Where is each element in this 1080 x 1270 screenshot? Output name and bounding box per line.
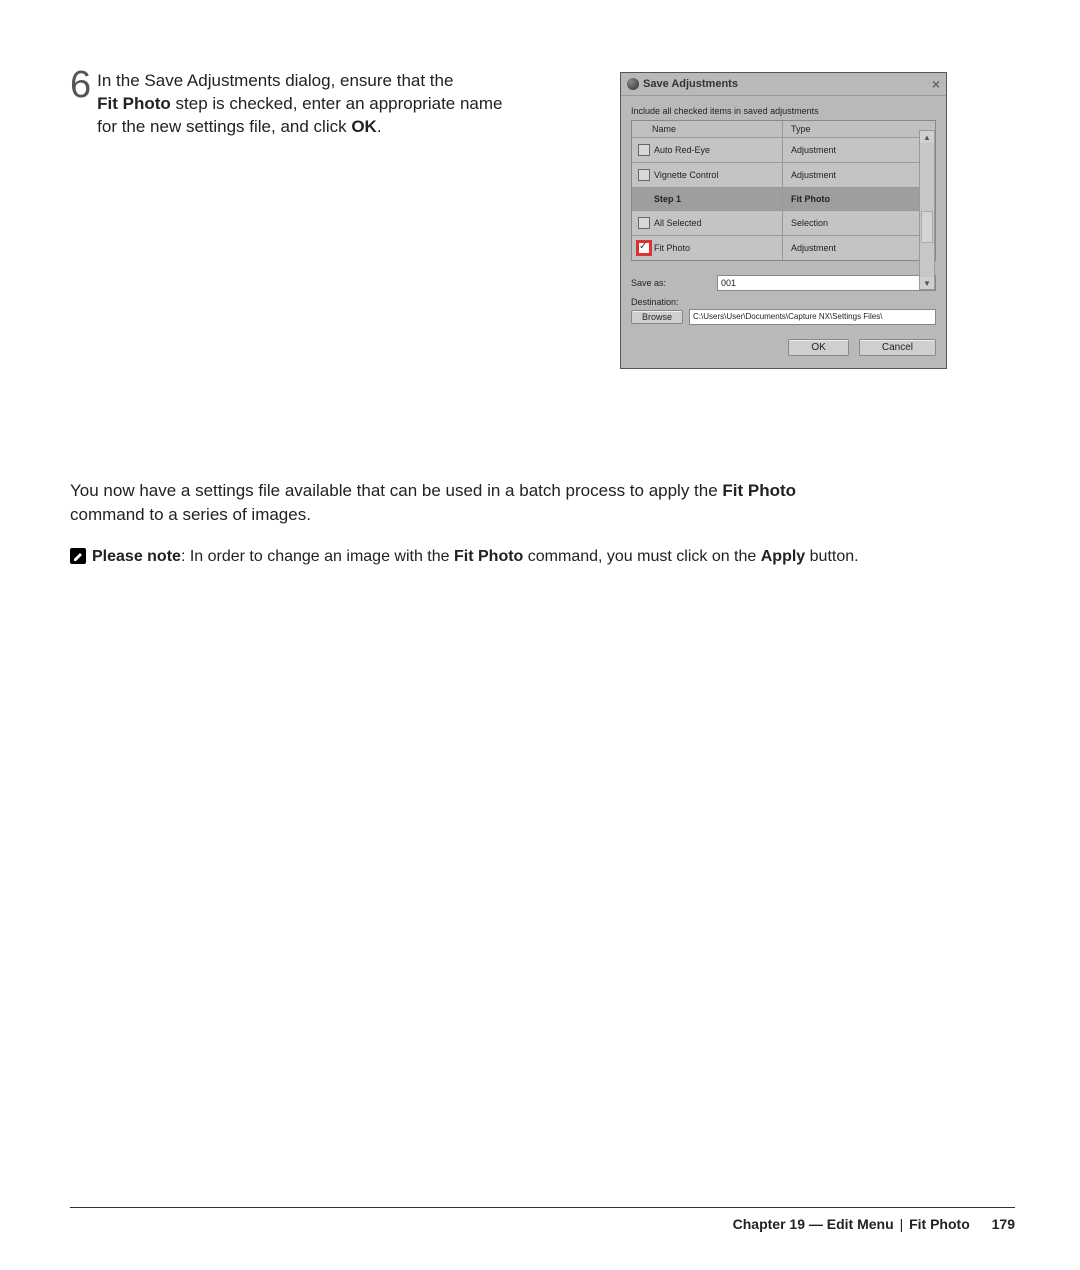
ok-button[interactable]: OK (788, 339, 848, 356)
cancel-button[interactable]: Cancel (859, 339, 936, 356)
table-row: All Selected Selection (632, 211, 935, 236)
row-name: All Selected (654, 218, 702, 228)
table-row: Step 1 Fit Photo (632, 188, 935, 211)
note-lead: Please note (92, 548, 181, 565)
page-number: 179 (992, 1216, 1015, 1232)
footer-sep: | (900, 1216, 904, 1232)
destination-label: Destination: (631, 297, 936, 307)
col-type: Type (791, 124, 811, 134)
checkbox[interactable] (638, 242, 650, 254)
row-type: Adjustment (791, 145, 836, 155)
checkbox[interactable] (638, 144, 650, 156)
step-text-pre: In the Save Adjustments dialog, ensure t… (97, 71, 453, 90)
step-text-end: . (377, 117, 382, 136)
row-type: Selection (791, 218, 828, 228)
row-name: Auto Red-Eye (654, 145, 710, 155)
note-t1: : In order to change an image with the (181, 548, 454, 565)
note-t3: button. (805, 548, 858, 565)
table-scrollbar[interactable]: ▲ ▼ (919, 130, 935, 290)
save-as-input[interactable]: 001 (717, 275, 936, 291)
note: Please note: In order to change an image… (70, 546, 880, 568)
para-bold: Fit Photo (722, 481, 796, 500)
dialog-titlebar: Save Adjustments × (621, 73, 946, 96)
checkbox[interactable] (638, 169, 650, 181)
step-bold-fitphoto: Fit Photo (97, 94, 171, 113)
table-row: Auto Red-Eye Adjustment (632, 138, 935, 163)
step-number: 6 (70, 66, 91, 104)
browse-button[interactable]: Browse (631, 310, 683, 324)
scroll-down-icon[interactable]: ▼ (920, 277, 934, 289)
row-type: Fit Photo (791, 194, 830, 204)
row-type: Adjustment (791, 170, 836, 180)
page-footer: Chapter 19 — Edit Menu | Fit Photo 179 (70, 1207, 1015, 1232)
note-b1: Fit Photo (454, 548, 523, 565)
save-as-label: Save as: (631, 278, 711, 288)
footer-section: Fit Photo (909, 1216, 970, 1232)
table-row: Vignette Control Adjustment (632, 163, 935, 188)
dialog-hint: Include all checked items in saved adjus… (631, 106, 936, 116)
row-name: Fit Photo (654, 243, 690, 253)
para-post: command to a series of images. (70, 505, 311, 524)
save-adjustments-dialog: Save Adjustments × Include all checked i… (620, 72, 947, 369)
checkbox[interactable] (638, 217, 650, 229)
col-name: Name (652, 124, 676, 134)
close-icon[interactable]: × (932, 77, 940, 91)
table-row: Fit Photo Adjustment (632, 236, 935, 260)
destination-input[interactable]: C:\Users\User\Documents\Capture NX\Setti… (689, 309, 936, 325)
row-type: Adjustment (791, 243, 836, 253)
step-bold-ok: OK (351, 117, 377, 136)
note-b2: Apply (761, 548, 805, 565)
scroll-up-icon[interactable]: ▲ (920, 131, 934, 143)
adjustments-table: Name Type Auto Red-Eye Adjustment Vignet… (631, 120, 936, 261)
app-icon (627, 78, 639, 90)
footer-chapter: Chapter 19 — Edit Menu (733, 1216, 894, 1232)
para-pre: You now have a settings file available t… (70, 481, 722, 500)
dialog-title: Save Adjustments (643, 78, 738, 90)
scroll-thumb[interactable] (921, 211, 933, 243)
row-name: Step 1 (654, 194, 681, 204)
result-paragraph: You now have a settings file available t… (70, 479, 875, 527)
step-instruction: In the Save Adjustments dialog, ensure t… (97, 70, 507, 139)
table-header: Name Type (632, 121, 935, 138)
note-t2: command, you must click on the (523, 548, 760, 565)
note-icon (70, 548, 86, 564)
row-name: Vignette Control (654, 170, 718, 180)
